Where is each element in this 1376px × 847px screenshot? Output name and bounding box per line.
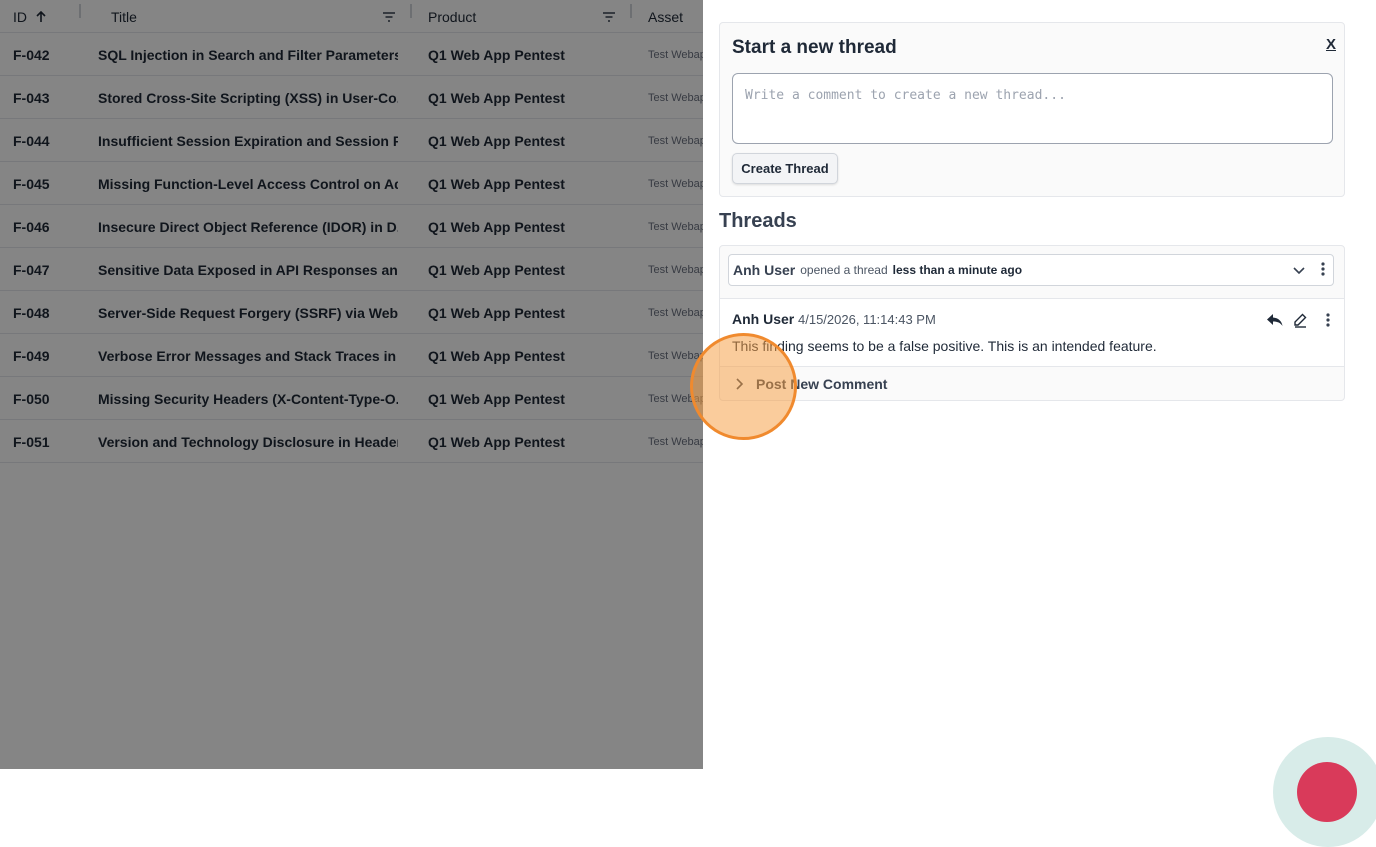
thread-opener: Anh User xyxy=(733,262,796,278)
thread-card: Anh User opened a thread less than a min… xyxy=(719,245,1345,401)
chevron-right-icon xyxy=(736,378,744,390)
thread-header[interactable]: Anh User opened a thread less than a min… xyxy=(728,254,1334,286)
comment-body: This finding seems to be a false positiv… xyxy=(732,338,1157,354)
edit-icon[interactable] xyxy=(1292,312,1308,333)
threads-heading: Threads xyxy=(719,210,797,232)
post-new-comment-label: Post New Comment xyxy=(756,376,888,392)
new-thread-title: Start a new thread xyxy=(732,37,897,58)
chevron-down-icon[interactable] xyxy=(1293,264,1305,278)
comment-timestamp: 4/15/2026, 11:14:43 PM xyxy=(798,312,936,327)
close-button[interactable]: X xyxy=(1326,36,1336,53)
floating-action-button[interactable] xyxy=(1297,762,1357,822)
new-thread-card: Start a new thread X Create Thread xyxy=(719,22,1345,197)
thread-action: opened a thread xyxy=(800,263,888,277)
reply-icon[interactable] xyxy=(1266,313,1284,332)
more-vertical-icon[interactable] xyxy=(1326,313,1330,332)
more-vertical-icon[interactable] xyxy=(1321,262,1325,279)
comment-author: Anh User xyxy=(732,311,795,327)
post-new-comment-toggle[interactable]: Post New Comment xyxy=(720,366,1344,401)
thread-age: less than a minute ago xyxy=(892,263,1023,277)
thread-comment: Anh User 4/15/2026, 11:14:43 PM This fin… xyxy=(720,298,1344,366)
new-thread-comment-input[interactable] xyxy=(732,73,1333,144)
comments-panel: Start a new thread X Create Thread Threa… xyxy=(703,0,1376,847)
create-thread-button[interactable]: Create Thread xyxy=(732,153,838,184)
